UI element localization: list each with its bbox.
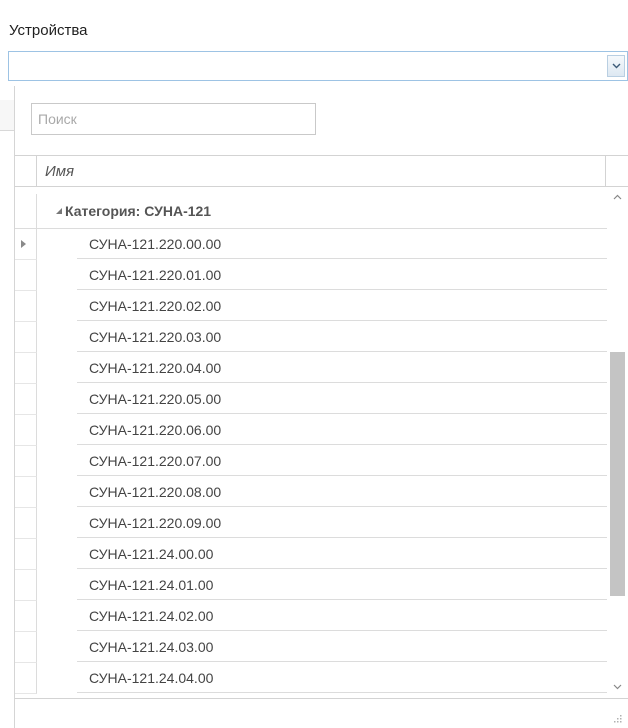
device-name-cell[interactable]: СУНА-121.220.03.00 <box>77 322 607 352</box>
device-name-cell[interactable]: СУНА-121.220.01.00 <box>77 260 607 290</box>
devices-grid: Имя Категория: СУНА-121 СУНА-121.220.00.… <box>15 155 628 699</box>
device-name-cell[interactable]: СУНА-121.24.02.00 <box>77 601 607 631</box>
table-row[interactable]: СУНА-121.220.03.00 <box>15 322 607 353</box>
table-row[interactable]: СУНА-121.24.04.00 <box>15 663 607 694</box>
popup-footer <box>15 698 628 728</box>
table-row[interactable]: СУНА-121.24.00.00 <box>15 539 607 570</box>
row-indicator <box>15 539 37 570</box>
table-row[interactable]: СУНА-121.24.01.00 <box>15 570 607 601</box>
row-group-indent <box>37 260 77 290</box>
row-indicator <box>15 415 37 446</box>
table-row[interactable]: СУНА-121.220.07.00 <box>15 446 607 477</box>
row-indicator <box>15 322 37 353</box>
row-group-indent <box>37 477 77 507</box>
table-row[interactable]: СУНА-121.220.01.00 <box>15 260 607 291</box>
scroll-down-button[interactable] <box>607 679 628 697</box>
row-indicator <box>15 229 37 260</box>
devices-combobox[interactable] <box>8 51 628 81</box>
device-name-cell[interactable]: СУНА-121.220.00.00 <box>77 229 607 259</box>
table-row[interactable]: СУНА-121.24.03.00 <box>15 632 607 663</box>
table-row[interactable]: СУНА-121.24.02.00 <box>15 601 607 632</box>
group-caption: Категория: СУНА-121 <box>65 203 212 219</box>
row-group-indent <box>37 539 77 569</box>
row-indicator <box>15 477 37 508</box>
row-group-indent <box>37 508 77 538</box>
row-group-indent <box>37 415 77 445</box>
row-indicator <box>15 601 37 632</box>
triangle-collapse-icon[interactable] <box>55 207 63 215</box>
chevron-up-icon <box>613 194 622 200</box>
row-indicator <box>15 384 37 415</box>
device-selector-page: Устройства Имя <box>0 0 628 728</box>
device-name-cell[interactable]: СУНА-121.24.00.00 <box>77 539 607 569</box>
device-name-cell[interactable]: СУНА-121.220.07.00 <box>77 446 607 476</box>
row-group-indent <box>37 446 77 476</box>
row-group-indent <box>37 632 77 662</box>
row-indicator <box>15 508 37 539</box>
row-group-indent <box>37 663 77 693</box>
column-header-label: Имя <box>45 163 75 180</box>
grid-rows: Категория: СУНА-121 СУНА-121.220.00.00 СУ… <box>15 194 607 694</box>
header-indicator-cell <box>15 156 37 186</box>
table-row[interactable]: СУНА-121.220.04.00 <box>15 353 607 384</box>
popup-edge <box>0 100 15 131</box>
header-corner <box>606 156 628 186</box>
devices-label: Устройства <box>9 22 88 39</box>
search-input[interactable] <box>31 103 316 135</box>
column-header-name[interactable]: Имя <box>37 156 606 186</box>
vertical-scrollbar[interactable] <box>607 187 628 699</box>
chevron-down-icon <box>612 63 620 69</box>
row-group-indent <box>37 291 77 321</box>
row-indicator <box>15 663 37 694</box>
device-name-cell[interactable]: СУНА-121.24.04.00 <box>77 663 607 693</box>
triangle-right-icon <box>21 240 26 248</box>
device-name-cell[interactable]: СУНА-121.220.09.00 <box>77 508 607 538</box>
device-name-cell[interactable]: СУНА-121.24.01.00 <box>77 570 607 600</box>
device-name-cell[interactable]: СУНА-121.220.05.00 <box>77 384 607 414</box>
row-indicator <box>15 353 37 384</box>
table-row[interactable]: СУНА-121.220.00.00 <box>15 229 607 260</box>
device-name-cell[interactable]: СУНА-121.220.02.00 <box>77 291 607 321</box>
table-row[interactable]: СУНА-121.220.08.00 <box>15 477 607 508</box>
row-indicator <box>15 632 37 663</box>
device-name-cell[interactable]: СУНА-121.220.08.00 <box>77 477 607 507</box>
row-group-indent <box>37 229 77 259</box>
dropdown-button[interactable] <box>607 55 625 77</box>
chevron-down-icon <box>613 684 622 690</box>
device-name-cell[interactable]: СУНА-121.220.06.00 <box>77 415 607 445</box>
group-row-indicator <box>15 194 37 228</box>
table-row[interactable]: СУНА-121.220.05.00 <box>15 384 607 415</box>
row-indicator <box>15 291 37 322</box>
row-group-indent <box>37 322 77 352</box>
table-row[interactable]: СУНА-121.220.02.00 <box>15 291 607 322</box>
group-row[interactable]: Категория: СУНА-121 <box>15 194 607 229</box>
row-indicator <box>15 570 37 601</box>
row-group-indent <box>37 353 77 383</box>
row-group-indent <box>37 601 77 631</box>
table-row[interactable]: СУНА-121.220.06.00 <box>15 415 607 446</box>
device-name-cell[interactable]: СУНА-121.220.04.00 <box>77 353 607 383</box>
row-group-indent <box>37 570 77 600</box>
scroll-up-button[interactable] <box>607 189 628 207</box>
scrollbar-thumb[interactable] <box>610 352 625 596</box>
table-row[interactable]: СУНА-121.220.09.00 <box>15 508 607 539</box>
row-indicator <box>15 260 37 291</box>
row-indicator <box>15 446 37 477</box>
grid-header: Имя <box>15 156 628 187</box>
resize-grip-icon[interactable] <box>612 713 622 723</box>
row-group-indent <box>37 384 77 414</box>
device-name-cell[interactable]: СУНА-121.24.03.00 <box>77 632 607 662</box>
devices-dropdown-popup: Имя Категория: СУНА-121 СУНА-121.220.00.… <box>14 86 628 728</box>
